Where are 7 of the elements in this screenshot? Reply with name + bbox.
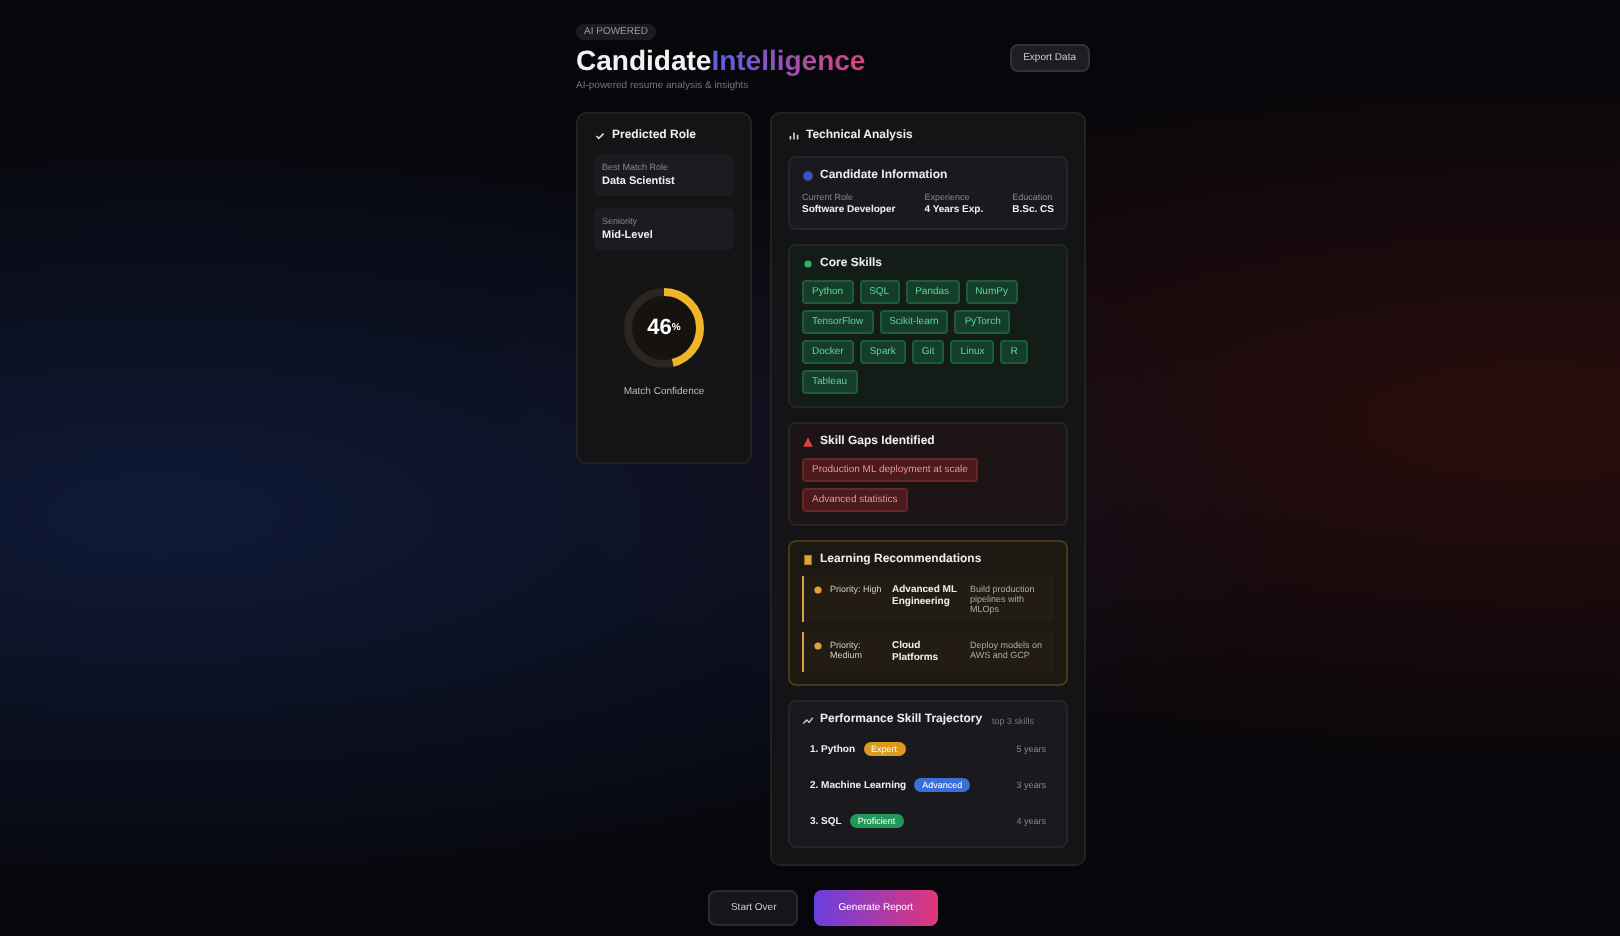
warning-icon	[802, 436, 814, 448]
trend-icon	[802, 714, 814, 726]
page-title: CandidateIntelligence	[576, 44, 866, 76]
score-value: 46$^{%}$	[647, 316, 681, 340]
chart-icon	[788, 130, 800, 142]
check-icon	[594, 130, 606, 142]
score-gauge	[618, 282, 710, 374]
